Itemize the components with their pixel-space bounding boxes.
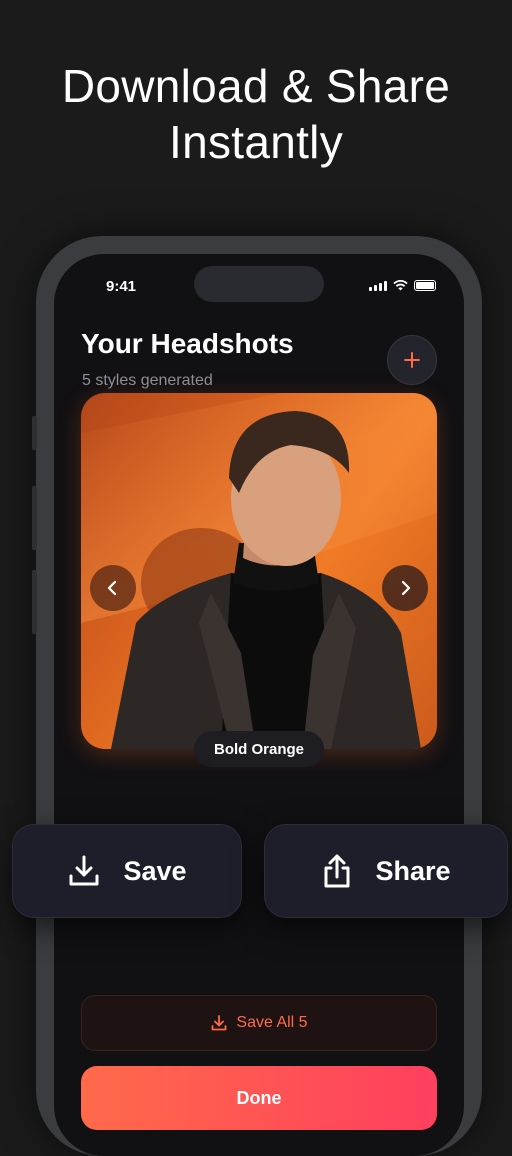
dynamic-island xyxy=(194,266,324,302)
hero-title-line1: Download & Share xyxy=(61,60,451,112)
add-button[interactable] xyxy=(387,335,437,385)
done-button[interactable]: Done xyxy=(81,1066,437,1130)
save-label: Save xyxy=(123,855,187,886)
headshot-image xyxy=(81,393,437,749)
download-icon xyxy=(212,1015,227,1031)
save-button[interactable]: Save xyxy=(12,824,242,918)
status-icons xyxy=(369,280,436,291)
done-label: Done xyxy=(236,1088,282,1108)
phone-side-button xyxy=(32,486,37,550)
hero-title: Download & Share Instantly xyxy=(0,58,512,170)
previous-button[interactable] xyxy=(90,565,136,611)
plus-icon xyxy=(404,352,420,368)
page-subtitle: 5 styles generated xyxy=(82,372,213,389)
status-time: 9:41 xyxy=(106,278,137,295)
hero-title-line2: Instantly xyxy=(168,116,343,168)
phone-side-button xyxy=(32,570,37,634)
battery-icon xyxy=(414,280,436,291)
share-label: Share xyxy=(375,855,451,886)
phone-screen: 9:41 Your Headshots 5 styles generated B… xyxy=(54,254,464,1156)
chevron-right-icon xyxy=(401,580,411,596)
style-label: Bold Orange xyxy=(194,731,324,767)
save-all-label: Save All 5 xyxy=(236,1014,308,1031)
headshot-portrait xyxy=(81,393,437,749)
next-button[interactable] xyxy=(382,565,428,611)
phone-side-button xyxy=(32,416,37,450)
share-icon xyxy=(324,854,350,888)
download-icon xyxy=(69,855,99,886)
signal-icon xyxy=(369,280,387,291)
chevron-left-icon xyxy=(107,580,117,596)
phone-frame: 9:41 Your Headshots 5 styles generated B… xyxy=(32,236,482,1156)
share-button[interactable]: Share xyxy=(264,824,508,918)
save-all-button[interactable]: Save All 5 xyxy=(81,995,437,1051)
page-title: Your Headshots xyxy=(81,328,294,359)
wifi-icon xyxy=(393,280,408,291)
